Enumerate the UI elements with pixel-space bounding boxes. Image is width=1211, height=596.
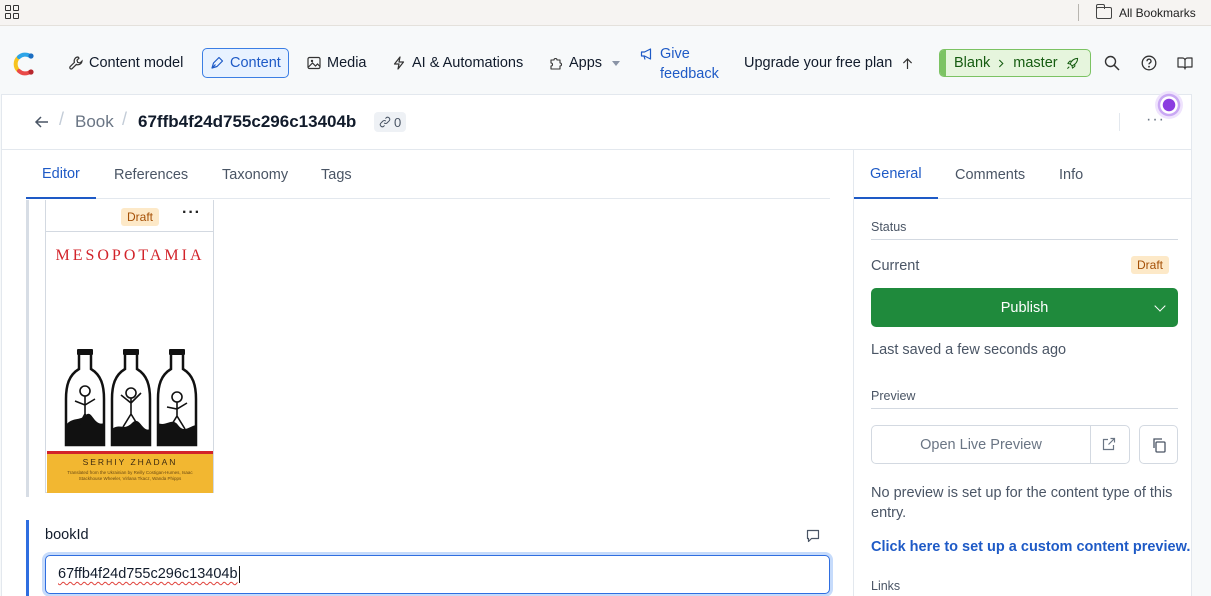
- references-count-badge[interactable]: 0: [374, 112, 407, 132]
- tab-tags[interactable]: Tags: [305, 150, 368, 199]
- environment-switcher[interactable]: Blank master: [939, 49, 1091, 77]
- book-open-icon[interactable]: [1177, 55, 1193, 71]
- tab-taxonomy[interactable]: Taxonomy: [206, 150, 304, 199]
- bookmarks-bar: All Bookmarks: [0, 0, 1211, 26]
- puzzle-icon: [550, 58, 562, 70]
- tab-info[interactable]: Info: [1043, 150, 1099, 199]
- asset-card-header: Draft ···: [46, 200, 213, 232]
- open-live-preview-button[interactable]: Open Live Preview: [872, 426, 1091, 463]
- tab-general[interactable]: General: [854, 150, 938, 199]
- cover-title: MESOPOTAMIA: [55, 247, 205, 264]
- nav-ai-automations[interactable]: AI & Automations: [385, 48, 530, 78]
- wrench-icon: [69, 56, 83, 70]
- contentful-logo-icon[interactable]: [10, 51, 36, 77]
- breadcrumb-separator: /: [122, 109, 128, 129]
- nav-ai-label: AI & Automations: [412, 55, 524, 71]
- nav-apps-label: Apps: [569, 55, 603, 71]
- chevron-right-icon: [999, 59, 1004, 67]
- nav-media-label: Media: [327, 55, 367, 71]
- give-feedback-link[interactable]: Give feedback: [640, 44, 719, 84]
- nav-content-label: Content: [230, 55, 281, 71]
- all-bookmarks-button[interactable]: All Bookmarks: [1095, 3, 1196, 21]
- nav-content[interactable]: Content: [202, 48, 289, 78]
- ai-assistant-icon[interactable]: [1155, 91, 1183, 119]
- comment-icon[interactable]: [806, 529, 820, 543]
- breadcrumb-content-type[interactable]: Book: [75, 112, 114, 132]
- bookid-input[interactable]: 67ffb4f24d755c296c13404b: [45, 555, 830, 594]
- feedback-line-2: feedback: [660, 66, 719, 82]
- copy-button[interactable]: [1139, 425, 1178, 464]
- bookmarks-divider: [1078, 4, 1079, 21]
- lightning-icon: [393, 56, 405, 70]
- publish-button[interactable]: Publish: [871, 288, 1178, 327]
- image-icon: [307, 56, 321, 70]
- breadcrumb-separator: /: [59, 109, 65, 129]
- all-bookmarks-label: All Bookmarks: [1119, 5, 1196, 20]
- current-status-label: Current: [871, 258, 920, 274]
- active-field-indicator: [26, 520, 29, 596]
- apps-grid-icon[interactable]: [5, 5, 19, 19]
- chevron-down-icon: [612, 60, 621, 66]
- book-cover-image: MESOPOTAMIA SERHIY ZHADAN Translated fro…: [47, 233, 213, 493]
- bottles-illustration: [64, 349, 198, 447]
- field-label: bookId: [45, 527, 89, 543]
- sidebar-tabs: General Comments Info: [854, 150, 1192, 199]
- external-link-icon[interactable]: [1102, 437, 1116, 451]
- asset-more-icon[interactable]: ···: [182, 204, 201, 222]
- help-icon[interactable]: [1141, 55, 1157, 71]
- breadcrumb-divider: [1119, 113, 1120, 131]
- breadcrumb: / Book / 67ffb4f24d755c296c13404b 0 ···: [2, 91, 1191, 150]
- nav-apps[interactable]: Apps: [542, 48, 627, 78]
- search-icon[interactable]: [1104, 55, 1120, 71]
- tab-references[interactable]: References: [98, 150, 204, 199]
- references-count: 0: [394, 114, 402, 130]
- last-saved-text: Last saved a few seconds ago: [871, 342, 1067, 358]
- custom-preview-link[interactable]: Click here to set up a custom content pr…: [871, 539, 1190, 555]
- link-icon: [379, 116, 391, 128]
- feedback-line-1: Give: [660, 46, 690, 62]
- tab-comments[interactable]: Comments: [939, 150, 1041, 199]
- nav-content-model[interactable]: Content model: [62, 48, 190, 78]
- preview-section-title: Preview: [871, 389, 1178, 409]
- status-section-title: Status: [871, 220, 1178, 240]
- top-navigation: Content model Content Media AI & Automat…: [0, 26, 1211, 94]
- text-cursor: [238, 565, 240, 583]
- no-preview-text: No preview is set up for the content typ…: [871, 485, 1173, 521]
- links-section-title: Links: [871, 579, 1178, 596]
- publish-label: Publish: [1000, 299, 1049, 316]
- preview-button-group: Open Live Preview: [871, 425, 1130, 464]
- entry-title: 67ffb4f24d755c296c13404b: [138, 112, 357, 131]
- bookid-input-value: 67ffb4f24d755c296c13404b: [58, 566, 238, 582]
- status-badge: Draft: [1131, 256, 1170, 274]
- env-space-label: Blank: [954, 55, 991, 71]
- entry-sidebar: General Comments Info Status Current Dra…: [853, 150, 1192, 596]
- nav-content-model-label: Content model: [89, 55, 184, 71]
- editor-tabs: Editor References Taxonomy Tags: [26, 150, 830, 199]
- folder-icon: [1095, 3, 1112, 19]
- cover-subtitle: Translated from the Ukrainian by Reilly …: [67, 470, 193, 481]
- field-indicator: [26, 200, 29, 497]
- tab-editor[interactable]: Editor: [26, 150, 96, 199]
- nav-media[interactable]: Media: [300, 48, 374, 78]
- copy-icon: [1153, 438, 1166, 453]
- env-branch-label: master: [1013, 55, 1058, 71]
- upgrade-plan-button[interactable]: Upgrade your free plan: [744, 48, 913, 78]
- cover-author: SERHIY ZHADAN: [82, 457, 178, 467]
- arrow-left-icon[interactable]: [34, 114, 50, 130]
- pen-nib-icon: [211, 56, 224, 69]
- chevron-down-icon[interactable]: [1154, 300, 1166, 312]
- upgrade-label: Upgrade your free plan: [744, 55, 893, 71]
- entry-editor-card: / Book / 67ffb4f24d755c296c13404b 0 ··· …: [1, 91, 1192, 596]
- megaphone-icon: [640, 48, 652, 60]
- rocket-icon: [1066, 57, 1078, 69]
- asset-card[interactable]: Draft ··· MESOPOTAMIA SERHIY ZHADAN Tran…: [45, 200, 214, 493]
- arrow-up-icon: [903, 57, 913, 69]
- status-badge: Draft: [121, 208, 160, 226]
